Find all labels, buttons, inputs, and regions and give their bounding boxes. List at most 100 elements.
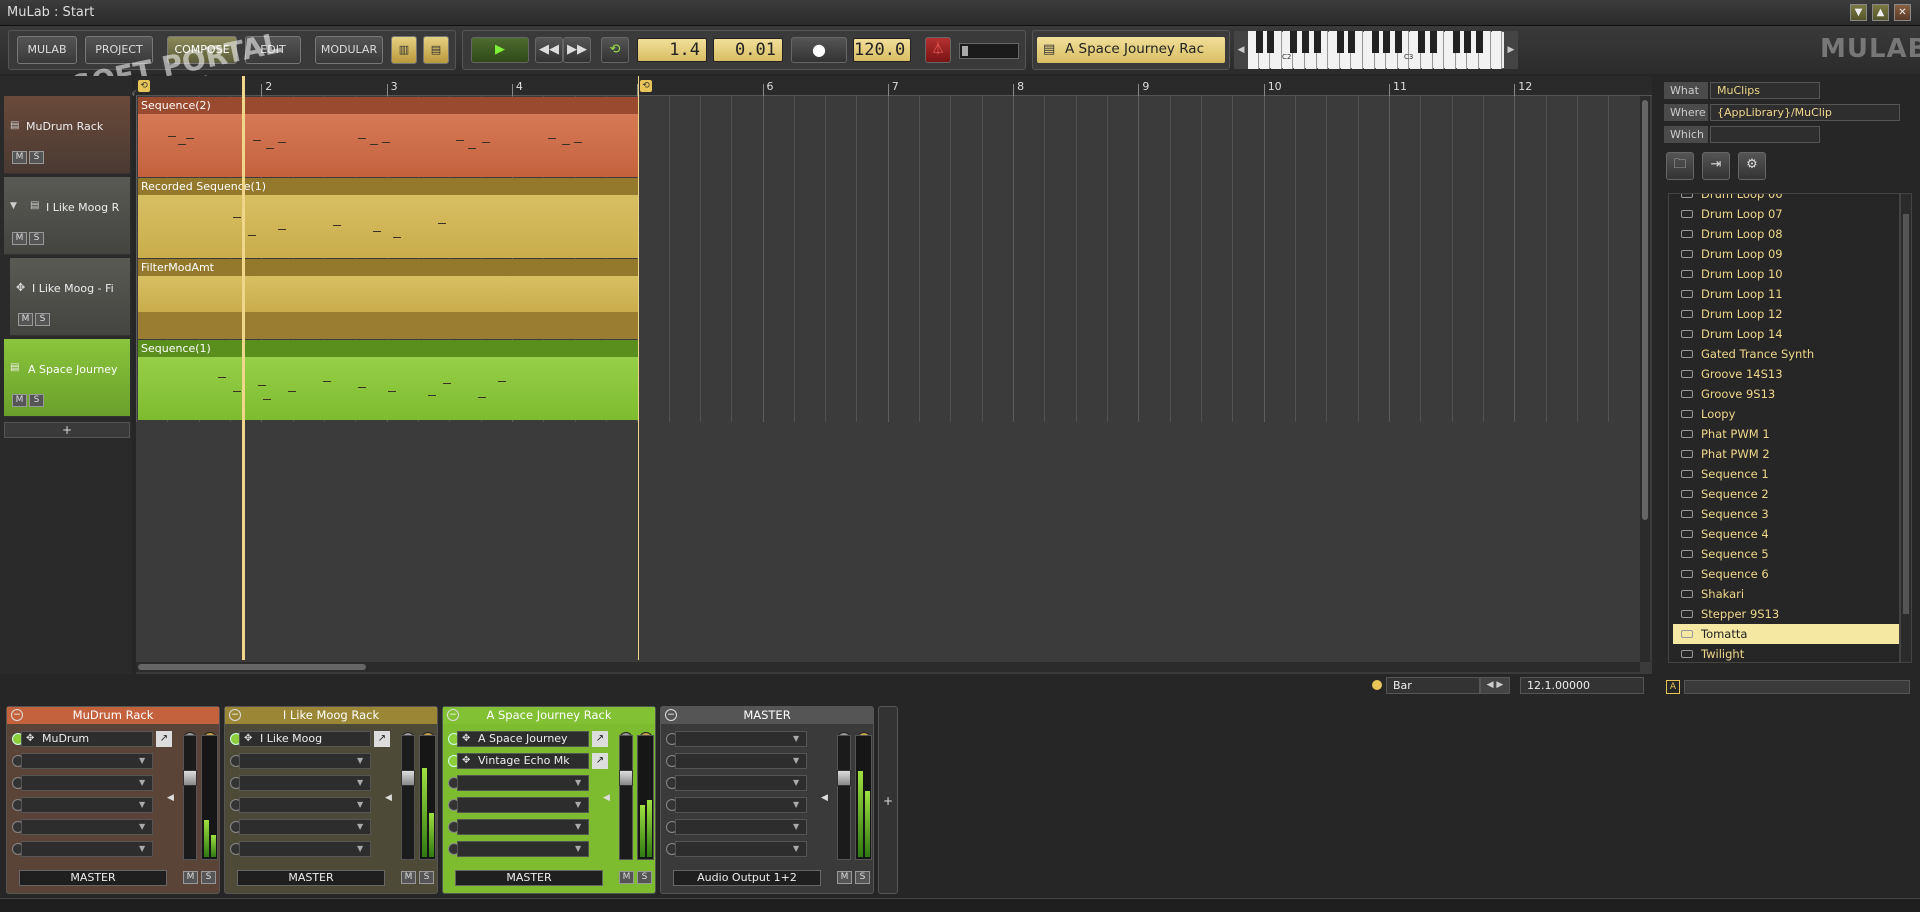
- rack-selector-field[interactable]: ▤ A Space Journey Rac: [1037, 37, 1225, 63]
- insert-slot[interactable]: ▼: [457, 797, 589, 813]
- loop-start-icon[interactable]: ⟲: [138, 80, 150, 92]
- note[interactable]: [333, 225, 341, 226]
- note[interactable]: [168, 136, 176, 137]
- mute-button[interactable]: M: [12, 151, 27, 164]
- browser-item[interactable]: Groove 9S13: [1673, 384, 1899, 404]
- clip[interactable]: FilterModAmt: [138, 259, 638, 339]
- snap-mode-select[interactable]: Bar: [1386, 677, 1480, 694]
- dropdown-icon[interactable]: ▼: [793, 777, 803, 789]
- dropdown-icon[interactable]: ▼: [575, 799, 585, 811]
- browser-item[interactable]: Gated Trance Synth: [1673, 344, 1899, 364]
- modular-button[interactable]: MODULAR: [315, 36, 383, 64]
- loop-end-marker[interactable]: [638, 76, 639, 660]
- black-key[interactable]: [1255, 31, 1263, 53]
- maximize-button[interactable]: ▲: [1872, 4, 1889, 21]
- dropdown-icon[interactable]: ▼: [575, 843, 585, 855]
- dropdown-icon[interactable]: ▼: [357, 821, 367, 833]
- vertical-scrollbar[interactable]: [1640, 96, 1650, 662]
- note[interactable]: [373, 231, 381, 232]
- browser-item[interactable]: Drum Loop 10: [1673, 264, 1899, 284]
- note[interactable]: [478, 397, 486, 398]
- note[interactable]: [443, 383, 451, 384]
- browser-item[interactable]: Drum Loop 11: [1673, 284, 1899, 304]
- compose-button[interactable]: COMPOSE: [167, 36, 237, 64]
- browser-item[interactable]: Sequence 2: [1673, 484, 1899, 504]
- browser-scrollbar[interactable]: [1900, 193, 1912, 663]
- browser-item[interactable]: Drum Loop 09: [1673, 244, 1899, 264]
- open-editor-icon[interactable]: ↗: [156, 731, 172, 747]
- time-display[interactable]: 0.01: [713, 38, 783, 62]
- note[interactable]: [178, 144, 186, 145]
- keyboard-left-icon[interactable]: ◀: [1234, 31, 1248, 69]
- browser-item[interactable]: Drum Loop 07: [1673, 204, 1899, 224]
- dropdown-icon[interactable]: ▼: [139, 843, 149, 855]
- black-key[interactable]: [1313, 31, 1321, 53]
- mute-button[interactable]: M: [401, 871, 416, 884]
- note[interactable]: [358, 138, 366, 139]
- note[interactable]: [263, 399, 271, 400]
- note[interactable]: [278, 142, 286, 143]
- insert-slot[interactable]: ▼: [675, 819, 807, 835]
- browser-item[interactable]: Drum Loop 06: [1673, 194, 1899, 204]
- browser-item[interactable]: Phat PWM 2: [1673, 444, 1899, 464]
- browser-view-icon[interactable]: ▤: [423, 36, 449, 64]
- snap-arrows-icon[interactable]: ◀ ▶: [1480, 677, 1510, 694]
- mixer-view-icon[interactable]: ▥: [391, 36, 417, 64]
- insert-slot[interactable]: ▼: [675, 841, 807, 857]
- insert-slot[interactable]: ▼: [239, 841, 371, 857]
- note[interactable]: [218, 377, 226, 378]
- arrange-area[interactable]: 23456789101112 ⟲ ⟲ Sequence(2) Recorded …: [136, 76, 1652, 674]
- dropdown-icon[interactable]: ▼: [793, 799, 803, 811]
- insert-slot[interactable]: ▼: [675, 775, 807, 791]
- note[interactable]: [370, 144, 378, 145]
- dropdown-icon[interactable]: ▼: [139, 755, 149, 767]
- browser-item[interactable]: Drum Loop 14: [1673, 324, 1899, 344]
- rack-selector[interactable]: ▤ A Space Journey Rac: [1032, 30, 1230, 70]
- track-header[interactable]: ▤ A Space Journey M S: [4, 339, 130, 417]
- a-button[interactable]: A: [1666, 680, 1680, 694]
- note[interactable]: [253, 140, 261, 141]
- track-header[interactable]: ▼ ▤ I Like Moog R M S: [4, 177, 130, 255]
- note[interactable]: [233, 391, 241, 392]
- keyboard-right-icon[interactable]: ▶: [1504, 31, 1518, 69]
- close-button[interactable]: ✕: [1894, 4, 1911, 21]
- note[interactable]: [258, 385, 266, 386]
- black-key[interactable]: [1348, 31, 1356, 53]
- clip[interactable]: Sequence(1): [138, 340, 638, 420]
- track-header[interactable]: ✥ I Like Moog - Fi M S: [10, 258, 130, 336]
- solo-button[interactable]: S: [855, 871, 870, 884]
- mute-button[interactable]: M: [12, 394, 27, 407]
- browser-hscroll[interactable]: [1684, 680, 1910, 694]
- open-editor-icon[interactable]: ↗: [374, 731, 390, 747]
- track-header[interactable]: ▤ MuDrum Rack M S: [4, 96, 130, 174]
- note[interactable]: [323, 381, 331, 382]
- insert-slot[interactable]: ▼: [239, 753, 371, 769]
- dropdown-icon[interactable]: ▼: [139, 821, 149, 833]
- what-field[interactable]: MuClips: [1710, 82, 1820, 99]
- browser-item[interactable]: Drum Loop 08: [1673, 224, 1899, 244]
- open-editor-icon[interactable]: ↗: [592, 753, 608, 769]
- insert-slot[interactable]: ✥ MuDrum ↗: [21, 731, 172, 747]
- collapse-icon[interactable]: −: [447, 709, 459, 721]
- solo-button[interactable]: S: [29, 232, 44, 245]
- output-select[interactable]: MASTER: [455, 870, 603, 886]
- note[interactable]: [358, 387, 366, 388]
- metronome-icon[interactable]: ⏃: [925, 37, 951, 63]
- solo-button[interactable]: S: [419, 871, 434, 884]
- insert-slot[interactable]: ▼: [239, 797, 371, 813]
- open-editor-icon[interactable]: ↗: [592, 731, 608, 747]
- dropdown-icon[interactable]: ▼: [357, 755, 367, 767]
- browser-item[interactable]: Groove 14S13: [1673, 364, 1899, 384]
- vertical-scroll-thumb[interactable]: [1642, 100, 1648, 520]
- snap-indicator-icon[interactable]: [1372, 680, 1382, 690]
- dropdown-icon[interactable]: ▼: [139, 777, 149, 789]
- insert-slot[interactable]: ▼: [21, 775, 153, 791]
- note[interactable]: [548, 138, 556, 139]
- where-field[interactable]: {AppLibrary}/MuClip: [1710, 104, 1900, 121]
- black-key[interactable]: [1475, 31, 1483, 53]
- insert-slot[interactable]: ▼: [457, 841, 589, 857]
- collapse-icon[interactable]: ▼: [10, 201, 17, 211]
- dropdown-icon[interactable]: ▼: [139, 799, 149, 811]
- gear-icon[interactable]: ⚙: [1738, 152, 1766, 180]
- browser-item[interactable]: Sequence 5: [1673, 544, 1899, 564]
